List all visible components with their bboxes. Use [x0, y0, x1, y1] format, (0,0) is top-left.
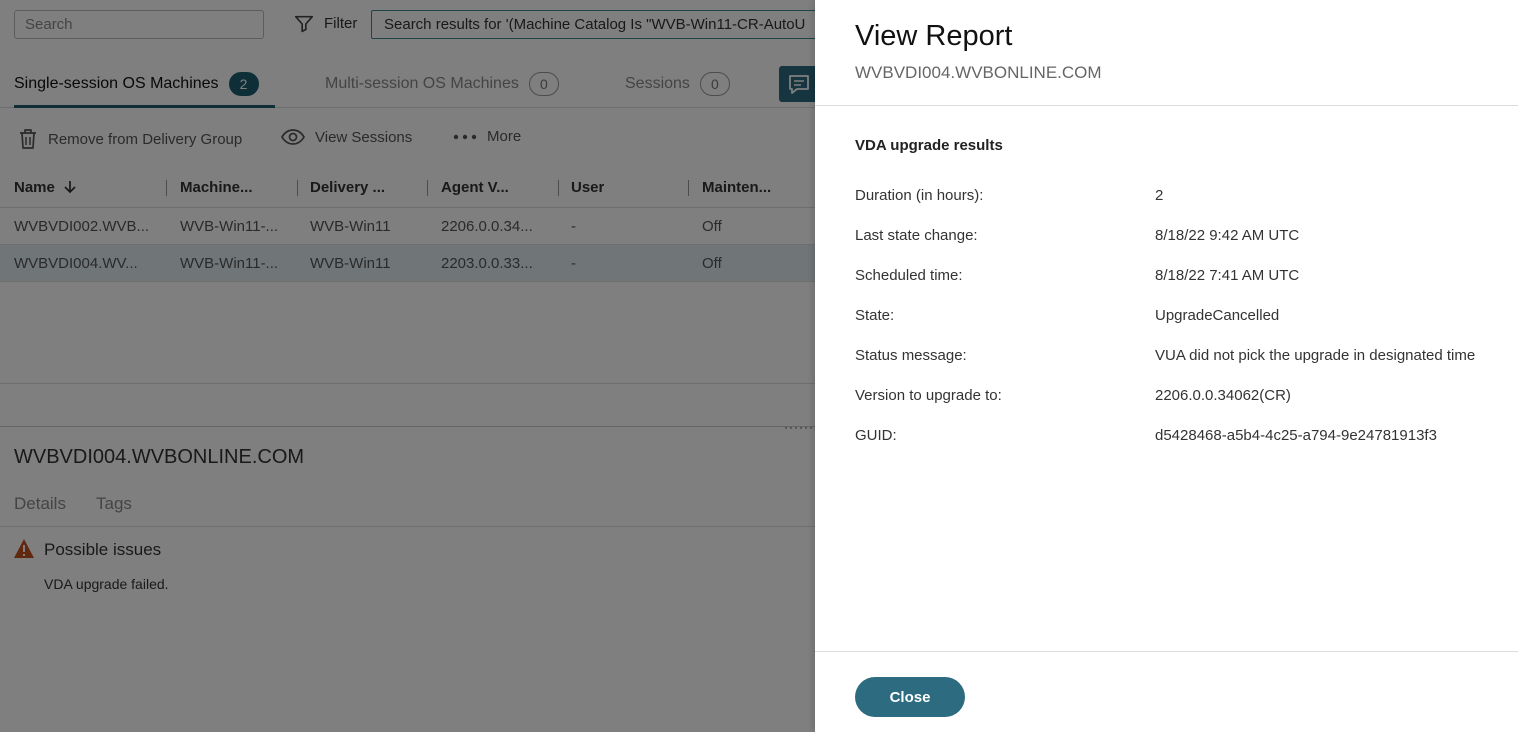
field-value: UpgradeCancelled [1155, 307, 1280, 324]
field-guid: GUID: d5428468-a5b4-4c25-a794-9e24781913… [855, 427, 1505, 449]
field-value: 8/18/22 7:41 AM UTC [1155, 267, 1300, 284]
panel-subtitle: WVBVDI004.WVBONLINE.COM [855, 63, 1102, 82]
panel-title: View Report [855, 20, 1013, 52]
field-last-state-change: Last state change: 8/18/22 9:42 AM UTC [855, 227, 1505, 249]
field-value: VUA did not pick the upgrade in designat… [1155, 347, 1476, 364]
field-duration: Duration (in hours): 2 [855, 187, 1505, 209]
field-label: Status message: [855, 347, 967, 364]
panel-footer: Close [815, 651, 1518, 732]
section-title: VDA upgrade results [855, 137, 1003, 154]
panel-header: View Report WVBVDI004.WVBONLINE.COM [815, 0, 1518, 106]
field-label: State: [855, 307, 895, 324]
field-label: Last state change: [855, 227, 978, 244]
view-report-panel: View Report WVBVDI004.WVBONLINE.COM VDA … [815, 0, 1518, 732]
modal-overlay[interactable] [0, 0, 815, 732]
field-value: d5428468-a5b4-4c25-a794-9e24781913f3 [1155, 427, 1437, 444]
field-label: Scheduled time: [855, 267, 963, 284]
field-label: Duration (in hours): [855, 187, 984, 204]
field-label: Version to upgrade to: [855, 387, 1002, 404]
field-scheduled-time: Scheduled time: 8/18/22 7:41 AM UTC [855, 267, 1505, 289]
field-version-to-upgrade: Version to upgrade to: 2206.0.0.34062(CR… [855, 387, 1505, 409]
field-value: 8/18/22 9:42 AM UTC [1155, 227, 1300, 244]
field-value: 2206.0.0.34062(CR) [1155, 387, 1291, 404]
field-status-message: Status message: VUA did not pick the upg… [855, 347, 1505, 369]
field-state: State: UpgradeCancelled [855, 307, 1505, 329]
field-label: GUID: [855, 427, 897, 444]
close-button[interactable]: Close [855, 677, 965, 717]
field-value: 2 [1155, 187, 1164, 204]
